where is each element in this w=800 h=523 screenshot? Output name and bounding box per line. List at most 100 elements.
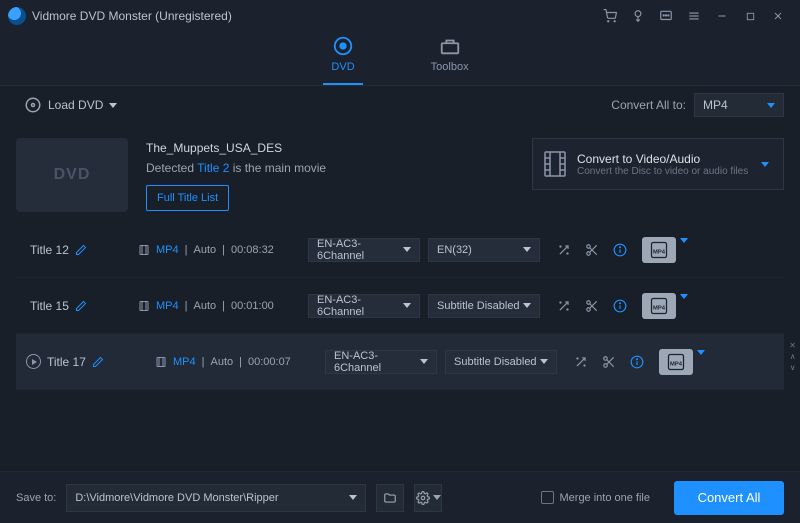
app-window: Vidmore DVD Monster (Unregistered) DVD T… bbox=[0, 0, 800, 523]
title-name-cell: Title 12 bbox=[26, 243, 138, 257]
convert-all-to-label: Convert All to: bbox=[611, 98, 686, 112]
chevron-down-icon bbox=[761, 162, 769, 167]
title-row[interactable]: Title 17 MP4| Auto| 00:00:07 EN-AC3-6Cha… bbox=[16, 334, 784, 390]
convert-box-text: Convert to Video/Audio Convert the Disc … bbox=[577, 152, 751, 177]
chevron-down-icon bbox=[403, 303, 411, 308]
register-icon[interactable] bbox=[624, 2, 652, 30]
audio-select[interactable]: EN-AC3-6Channel bbox=[325, 350, 437, 374]
convert-to-box[interactable]: Convert to Video/Audio Convert the Disc … bbox=[532, 138, 784, 190]
close-icon[interactable]: ✕ bbox=[789, 342, 796, 350]
output-format-badge[interactable]: MP4 bbox=[642, 237, 676, 263]
film-icon bbox=[543, 150, 567, 178]
row-actions bbox=[565, 354, 653, 370]
rename-icon[interactable] bbox=[75, 300, 87, 312]
row-actions bbox=[548, 242, 636, 258]
maximize-button[interactable] bbox=[736, 2, 764, 30]
title-meta: MP4| Auto| 00:08:32 bbox=[138, 243, 308, 257]
svg-text:MP4: MP4 bbox=[653, 249, 666, 255]
output-format-dropdown[interactable] bbox=[697, 355, 707, 369]
footer: Save to: D:\Vidmore\Vidmore DVD Monster\… bbox=[0, 471, 800, 523]
toolbox-tab-icon bbox=[439, 35, 461, 57]
row-format: MP4 bbox=[173, 356, 196, 368]
cart-icon[interactable] bbox=[596, 2, 624, 30]
save-to-path: D:\Vidmore\Vidmore DVD Monster\Ripper bbox=[75, 492, 278, 504]
save-to-path-select[interactable]: D:\Vidmore\Vidmore DVD Monster\Ripper bbox=[66, 484, 366, 512]
chevron-down-icon bbox=[523, 247, 531, 252]
chevron-down-icon bbox=[433, 495, 441, 500]
info-icon[interactable] bbox=[612, 242, 628, 258]
audio-value: EN-AC3-6Channel bbox=[334, 350, 420, 374]
subtitle-select[interactable]: Subtitle Disabled bbox=[445, 350, 557, 374]
subtitle-value: Subtitle Disabled bbox=[454, 356, 537, 368]
svg-text:MP4: MP4 bbox=[670, 361, 683, 367]
disc-info-card: DVD The_Muppets_USA_DES Detected Title 2… bbox=[0, 124, 800, 222]
audio-select[interactable]: EN-AC3-6Channel bbox=[308, 294, 420, 318]
convert-all-to: Convert All to: MP4 bbox=[611, 93, 784, 117]
menu-icon[interactable] bbox=[680, 2, 708, 30]
rename-icon[interactable] bbox=[75, 244, 87, 256]
info-icon[interactable] bbox=[612, 298, 628, 314]
checkbox-icon bbox=[541, 491, 554, 504]
close-button[interactable] bbox=[764, 2, 792, 30]
convert-box-title: Convert to Video/Audio bbox=[577, 152, 751, 166]
settings-button[interactable] bbox=[414, 484, 442, 512]
dvd-thumbnail-text: DVD bbox=[54, 166, 91, 184]
move-down-icon[interactable]: ∨ bbox=[790, 364, 796, 372]
subtitle-value: Subtitle Disabled bbox=[437, 300, 520, 312]
output-format-dropdown[interactable] bbox=[680, 299, 690, 313]
main-title-link[interactable]: Title 2 bbox=[197, 161, 229, 175]
dvd-tab-icon bbox=[332, 35, 354, 57]
play-icon[interactable] bbox=[26, 354, 41, 369]
output-format-badge[interactable]: MP4 bbox=[659, 349, 693, 375]
titlebar: Vidmore DVD Monster (Unregistered) bbox=[0, 0, 800, 32]
mp4-badge-icon: MP4 bbox=[649, 296, 669, 316]
cut-icon[interactable] bbox=[584, 242, 600, 258]
info-icon[interactable] bbox=[629, 354, 645, 370]
feedback-icon[interactable] bbox=[652, 2, 680, 30]
window-title: Vidmore DVD Monster (Unregistered) bbox=[32, 9, 596, 23]
move-up-icon[interactable]: ∧ bbox=[790, 353, 796, 361]
app-logo-icon bbox=[8, 7, 26, 25]
enhance-icon[interactable] bbox=[556, 298, 572, 314]
main-tabs: DVD Toolbox bbox=[0, 32, 800, 86]
chevron-down-icon bbox=[109, 103, 117, 108]
cut-icon[interactable] bbox=[601, 354, 617, 370]
tab-dvd[interactable]: DVD bbox=[323, 29, 362, 85]
title-row[interactable]: Title 12 MP4| Auto| 00:08:32 EN-AC3-6Cha… bbox=[16, 222, 784, 278]
cut-icon[interactable] bbox=[584, 298, 600, 314]
subtitle-select[interactable]: EN(32) bbox=[428, 238, 540, 262]
load-dvd-button[interactable]: Load DVD bbox=[16, 92, 125, 118]
audio-select[interactable]: EN-AC3-6Channel bbox=[308, 238, 420, 262]
enhance-icon[interactable] bbox=[556, 242, 572, 258]
rename-icon[interactable] bbox=[92, 356, 104, 368]
subtitle-select[interactable]: Subtitle Disabled bbox=[428, 294, 540, 318]
convert-all-button[interactable]: Convert All bbox=[674, 481, 784, 515]
row-duration: 00:00:07 bbox=[248, 356, 291, 368]
toolbar: Load DVD Convert All to: MP4 bbox=[0, 86, 800, 124]
chevron-down-icon bbox=[523, 303, 531, 308]
mp4-badge-icon: MP4 bbox=[649, 240, 669, 260]
chevron-down-icon bbox=[403, 247, 411, 252]
title-name: Title 12 bbox=[30, 243, 69, 257]
row-quality: Auto bbox=[193, 300, 216, 312]
save-to-label: Save to: bbox=[16, 492, 56, 504]
output-format-dropdown[interactable] bbox=[680, 243, 690, 257]
merge-checkbox[interactable]: Merge into one file bbox=[541, 491, 651, 504]
minimize-button[interactable] bbox=[708, 2, 736, 30]
detected-line: Detected Title 2 is the main movie bbox=[146, 158, 514, 178]
enhance-icon[interactable] bbox=[573, 354, 589, 370]
dvd-thumbnail: DVD bbox=[16, 138, 128, 212]
title-row[interactable]: Title 15 MP4| Auto| 00:01:00 EN-AC3-6Cha… bbox=[16, 278, 784, 334]
tab-toolbox[interactable]: Toolbox bbox=[423, 29, 477, 85]
browse-folder-button[interactable] bbox=[376, 484, 404, 512]
row-quality: Auto bbox=[210, 356, 233, 368]
video-icon bbox=[155, 355, 167, 369]
video-icon bbox=[138, 299, 150, 313]
main-area: DVD The_Muppets_USA_DES Detected Title 2… bbox=[0, 124, 800, 471]
convert-all-to-select[interactable]: MP4 bbox=[694, 93, 784, 117]
disc-icon bbox=[24, 96, 42, 114]
chevron-down-icon bbox=[420, 359, 428, 364]
disc-info-text: The_Muppets_USA_DES Detected Title 2 is … bbox=[146, 138, 514, 211]
full-title-list-button[interactable]: Full Title List bbox=[146, 185, 229, 212]
output-format-badge[interactable]: MP4 bbox=[642, 293, 676, 319]
